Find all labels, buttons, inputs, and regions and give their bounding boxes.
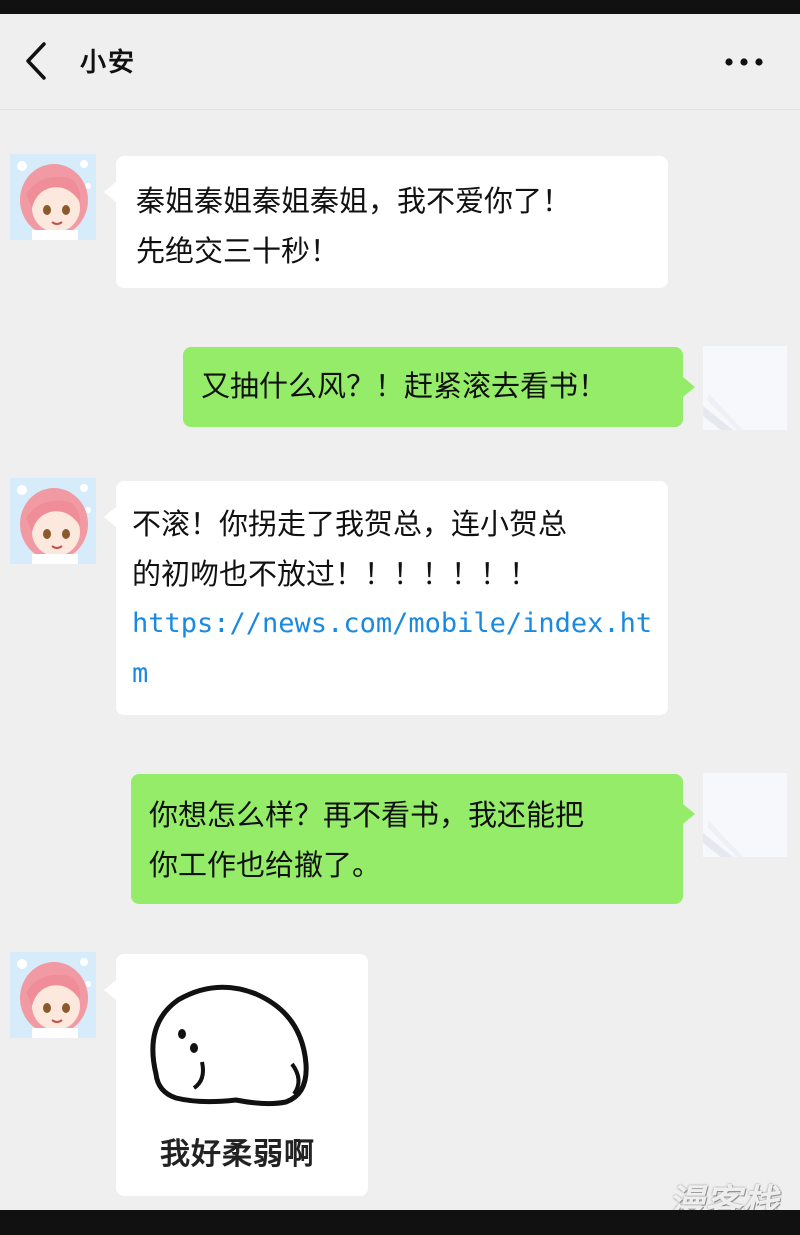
contact-avatar[interactable] (10, 154, 96, 240)
blob-sticker-image (150, 984, 309, 1107)
message-line: 你工作也给撤了。 (149, 848, 382, 882)
message-line: 不滚！你拐走了我贺总，连小贺总 (132, 507, 568, 541)
top-frame-border (0, 0, 800, 14)
message-text: 的初吻也不放过！！！！！！！ (132, 557, 539, 591)
watermark-logo: 漫客栈 (668, 1183, 780, 1210)
message-bubble-sent[interactable]: 又抽什么风？！赶紧滚去看书！ (183, 347, 695, 427)
self-avatar[interactable] (703, 773, 787, 857)
sticker-message[interactable]: 我好柔弱啊 (104, 954, 368, 1196)
message-link[interactable]: https://news.com/mobile/index.htm (132, 599, 654, 699)
more-button[interactable] (716, 42, 772, 82)
message-bubble-received[interactable]: 秦姐秦姐秦姐秦姐，我不爱你了！ 先绝交三十秒！ (104, 156, 668, 288)
message-bubble-received[interactable]: 不滚！你拐走了我贺总，连小贺总 的初吻也不放过！！！！！！！ https://n… (104, 481, 668, 715)
back-button[interactable] (14, 36, 60, 86)
chevron-left-icon (26, 42, 46, 80)
message-line: 的初吻也不放过！！！！！！！ (132, 549, 654, 599)
message-line: 先绝交三十秒！ (136, 234, 340, 268)
message-line: 你想怎么样？再不看书，我还能把 (149, 798, 585, 832)
message-bubble-sent[interactable]: 你想怎么样？再不看书，我还能把 你工作也给撤了。 (131, 774, 695, 904)
message-line: 又抽什么风？！赶紧滚去看书！ (201, 369, 608, 403)
bottom-frame-border (0, 1210, 800, 1235)
sticker-caption: 我好柔弱啊 (160, 1137, 315, 1172)
contact-avatar[interactable] (10, 478, 96, 564)
more-horizontal-icon (725, 58, 763, 66)
self-avatar[interactable] (703, 346, 787, 430)
chat-title: 小安 (80, 48, 137, 78)
chat-header: 小安 (0, 14, 800, 110)
message-line: 秦姐秦姐秦姐秦姐，我不爱你了！ (136, 184, 572, 218)
contact-avatar[interactable] (10, 952, 96, 1038)
chat-screen: 小安 秦姐秦姐秦姐秦姐，我不爱你了！ 先绝交三十秒！ 又抽什么风？！赶紧滚去看书… (0, 14, 800, 1210)
